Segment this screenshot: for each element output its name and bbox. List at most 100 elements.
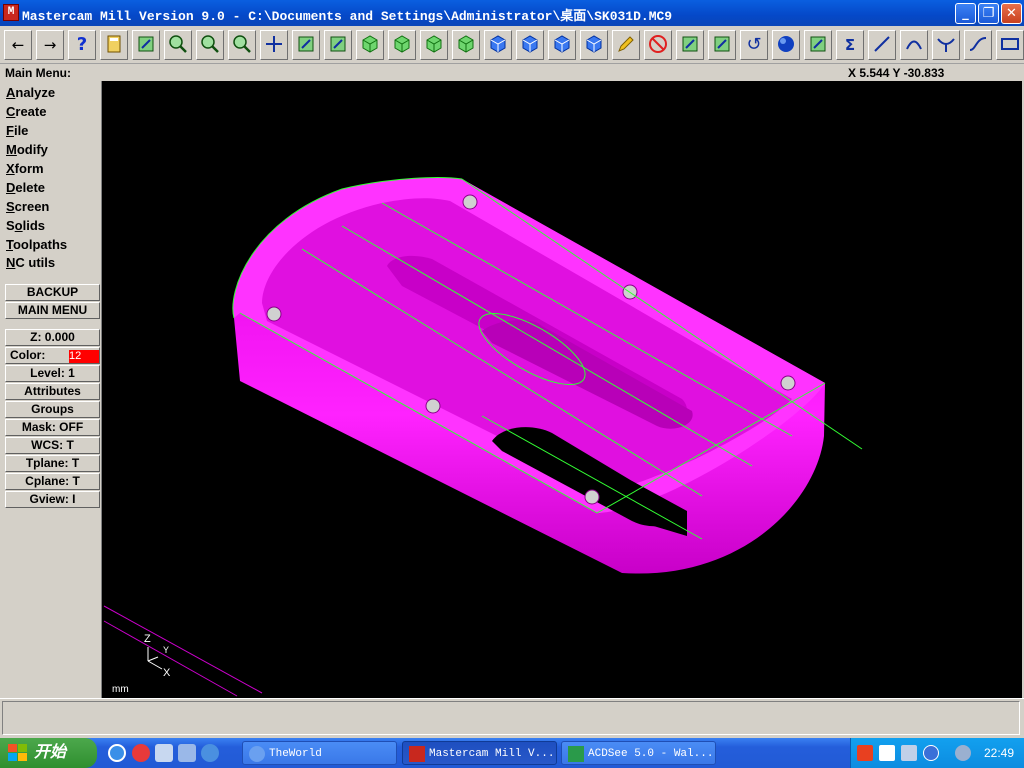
task-mastercam[interactable]: Mastercam Mill V... [402,741,557,765]
backup-button[interactable]: BACKUP [5,284,100,301]
gview-button[interactable]: Gview: I [5,491,100,508]
calculator-icon [101,34,127,54]
back-button[interactable]: ← [4,30,32,60]
start-label: 开始 [34,744,67,761]
help-button[interactable]: ? [68,30,96,60]
arc-icon [901,34,927,54]
line-icon [869,34,895,54]
system-tray: 22:49 [850,738,1024,768]
zoom-button[interactable] [164,30,192,60]
start-button[interactable]: 开始 [0,738,97,768]
line-button[interactable] [868,30,896,60]
menu-item-solids[interactable]: Solids [6,218,45,233]
menu-item-screen[interactable]: Screen [6,199,49,214]
view-front-button[interactable] [388,30,416,60]
view-top-button[interactable] [356,30,384,60]
attributes-button[interactable]: Attributes [5,383,100,400]
quicklaunch-browser-icon[interactable] [108,744,126,762]
tplane-button[interactable]: Tplane: T [5,455,100,472]
mastercam-app-icon[interactable]: M [3,4,19,21]
fillet-button[interactable] [932,30,960,60]
analyze-button[interactable] [132,30,160,60]
menu-item-nc-utils[interactable]: NC utils [6,255,55,270]
delete-button[interactable] [644,30,672,60]
arrow-left-icon: ← [11,36,25,54]
close-button[interactable]: ✕ [1001,3,1022,24]
network-tray-icon[interactable] [901,745,917,761]
color-button[interactable]: Color: 12 [5,347,100,364]
menu-item-xform[interactable]: Xform [6,161,44,176]
rectangle-icon [997,34,1023,54]
fit-button[interactable] [292,30,320,60]
axis-x-label: X [163,667,171,679]
spline-button[interactable] [964,30,992,60]
help-tray-icon[interactable] [879,745,895,761]
rotate-cube-icon [325,34,351,54]
quicklaunch-ie-icon[interactable] [201,744,219,762]
menu-item-modify[interactable]: Modify [6,142,48,157]
pan-arrows-icon [261,34,287,54]
unzoom-button[interactable] [196,30,224,60]
view-side-button[interactable] [420,30,448,60]
solids-icon [805,34,831,54]
cplane-front-button[interactable] [516,30,544,60]
arrow-right-icon: → [43,36,57,54]
quicklaunch-tool-icon[interactable] [178,744,196,762]
prompt-field [2,701,1020,735]
xform-array-icon [709,34,735,54]
task-label: TheWorld [269,748,322,760]
volume-tray-icon[interactable] [955,745,971,761]
pointer-question-icon [133,34,159,54]
calculator-button[interactable] [100,30,128,60]
task-theworld[interactable]: TheWorld [242,741,397,765]
menu-item-analyze[interactable]: Analyze [6,85,55,100]
rectangle-button[interactable] [996,30,1024,60]
title-bar[interactable]: M Mastercam Mill Version 9.0 - C:\Docume… [0,0,1024,26]
unzoom-icon [197,34,223,54]
undo-arrow-icon: ↺ [746,34,762,55]
sogou-input-icon[interactable] [857,745,873,761]
sum-button[interactable]: Σ [836,30,864,60]
menu-item-create[interactable]: Create [6,104,46,119]
prompt-area [0,698,1024,736]
zoom-8-button[interactable] [228,30,256,60]
solid-button[interactable] [804,30,832,60]
pan-button[interactable] [260,30,288,60]
menu-item-delete[interactable]: Delete [6,180,45,195]
rotate-button[interactable] [324,30,352,60]
xform-button-2[interactable] [708,30,736,60]
cplane-3d-button[interactable] [580,30,608,60]
z-depth-button[interactable]: Z: 0.000 [5,329,100,346]
menu-item-file[interactable]: File [6,123,28,138]
cube-front-icon [389,34,415,54]
theworld-icon [249,746,265,762]
quicklaunch-media-icon[interactable] [132,744,150,762]
pencil-button[interactable] [612,30,640,60]
quicklaunch-document-icon[interactable] [155,744,173,762]
clock: 22:49 [983,746,1014,760]
mask-button[interactable]: Mask: OFF [5,419,100,436]
view-iso-button[interactable] [452,30,480,60]
wcs-button[interactable]: WCS: T [5,437,100,454]
cplane-side-button[interactable] [548,30,576,60]
level-button[interactable]: Level: 1 [5,365,100,382]
cplane-top-button[interactable] [484,30,512,60]
main-menu-button[interactable]: MAIN MENU [5,302,100,319]
color-swatch: 12 [69,350,99,363]
cplane-button[interactable]: Cplane: T [5,473,100,490]
spline-icon [965,34,991,54]
menu-item-toolpaths[interactable]: Toolpaths [6,237,67,252]
xform-button-1[interactable] [676,30,704,60]
forward-button[interactable]: → [36,30,64,60]
task-acdsee[interactable]: ACDSee 5.0 - Wal... [561,741,716,765]
minimize-button[interactable]: _ [955,3,976,24]
cube-blue-side-icon [549,34,575,54]
restore-button[interactable]: ❐ [978,3,999,24]
collapse-tray-icon[interactable] [923,745,939,761]
groups-button[interactable]: Groups [5,401,100,418]
undo-button[interactable]: ↺ [740,30,768,60]
shade-button[interactable] [772,30,800,60]
arc-button[interactable] [900,30,928,60]
part-model: Z Y X mm [103,177,863,697]
graphics-viewport[interactable]: Z Y X mm [102,81,1022,698]
